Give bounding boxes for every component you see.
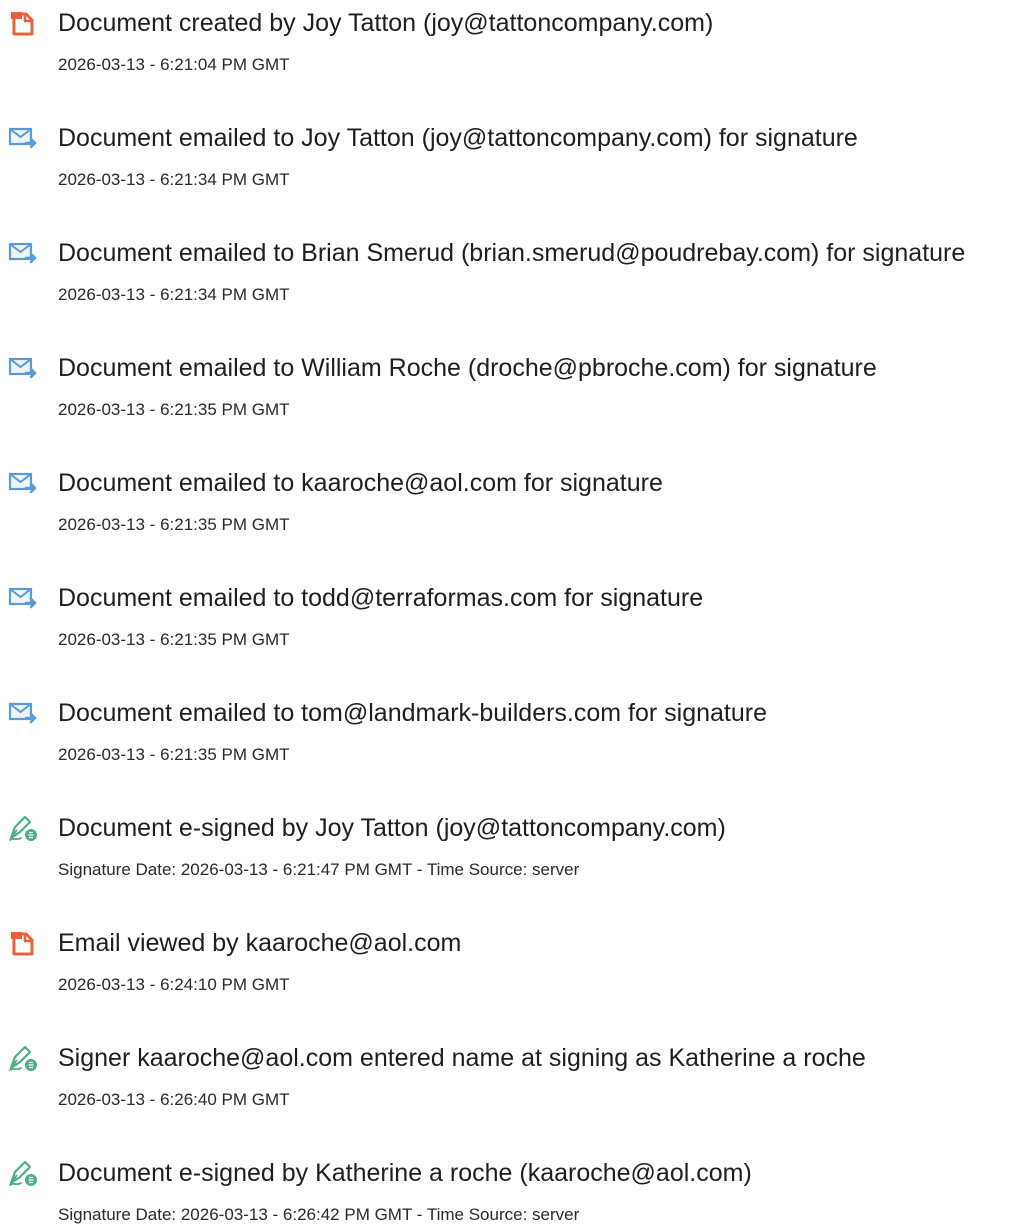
event-title: Signer kaaroche@aol.com entered name at … bbox=[58, 1044, 866, 1072]
email-icon bbox=[8, 698, 38, 728]
esign-icon bbox=[8, 1043, 38, 1073]
audit-event-email-viewed: Email viewed by kaaroche@aol.com 2026-03… bbox=[0, 928, 1028, 1018]
email-icon bbox=[8, 583, 38, 613]
document-icon bbox=[8, 928, 38, 958]
audit-event-list: Document created by Joy Tatton (joy@tatt… bbox=[0, 0, 1028, 1224]
audit-event-emailed: Document emailed to tom@landmark-builder… bbox=[0, 698, 1028, 788]
event-title: Document emailed to kaaroche@aol.com for… bbox=[58, 469, 663, 497]
event-title: Document emailed to William Roche (droch… bbox=[58, 354, 877, 382]
email-icon bbox=[8, 353, 38, 383]
event-title: Document emailed to Brian Smerud (brian.… bbox=[58, 239, 966, 267]
audit-event-emailed: Document emailed to Brian Smerud (brian.… bbox=[0, 238, 1028, 328]
event-timestamp: 2026-03-13 - 6:26:40 PM GMT bbox=[58, 1090, 290, 1109]
event-timestamp: Signature Date: 2026-03-13 - 6:26:42 PM … bbox=[58, 1205, 580, 1224]
audit-event-esigned: Document e-signed by Katherine a roche (… bbox=[0, 1158, 1028, 1224]
event-title: Document e-signed by Katherine a roche (… bbox=[58, 1159, 752, 1187]
event-timestamp: 2026-03-13 - 6:24:10 PM GMT bbox=[58, 975, 290, 994]
event-timestamp: 2026-03-13 - 6:21:35 PM GMT bbox=[58, 515, 290, 534]
event-title: Document e-signed by Joy Tatton (joy@tat… bbox=[58, 814, 726, 842]
document-icon bbox=[8, 8, 38, 38]
event-title: Document created by Joy Tatton (joy@tatt… bbox=[58, 9, 714, 37]
event-timestamp: 2026-03-13 - 6:21:34 PM GMT bbox=[58, 285, 290, 304]
event-timestamp: 2026-03-13 - 6:21:35 PM GMT bbox=[58, 630, 290, 649]
audit-event-document-created: Document created by Joy Tatton (joy@tatt… bbox=[0, 8, 1028, 98]
esign-icon bbox=[8, 813, 38, 843]
email-icon bbox=[8, 123, 38, 153]
event-timestamp: 2026-03-13 - 6:21:34 PM GMT bbox=[58, 170, 290, 189]
event-title: Document emailed to Joy Tatton (joy@tatt… bbox=[58, 124, 858, 152]
email-icon bbox=[8, 238, 38, 268]
event-timestamp: 2026-03-13 - 6:21:35 PM GMT bbox=[58, 400, 290, 419]
audit-event-emailed: Document emailed to Joy Tatton (joy@tatt… bbox=[0, 123, 1028, 213]
audit-event-esigned: Document e-signed by Joy Tatton (joy@tat… bbox=[0, 813, 1028, 903]
event-title: Document emailed to todd@terraformas.com… bbox=[58, 584, 704, 612]
event-timestamp: 2026-03-13 - 6:21:04 PM GMT bbox=[58, 55, 290, 74]
audit-event-emailed: Document emailed to todd@terraformas.com… bbox=[0, 583, 1028, 673]
audit-event-emailed: Document emailed to William Roche (droch… bbox=[0, 353, 1028, 443]
event-timestamp: Signature Date: 2026-03-13 - 6:21:47 PM … bbox=[58, 860, 580, 879]
email-icon bbox=[8, 468, 38, 498]
event-title: Document emailed to tom@landmark-builder… bbox=[58, 699, 768, 727]
event-title: Email viewed by kaaroche@aol.com bbox=[58, 929, 462, 957]
event-timestamp: 2026-03-13 - 6:21:35 PM GMT bbox=[58, 745, 290, 764]
audit-event-name-entered: Signer kaaroche@aol.com entered name at … bbox=[0, 1043, 1028, 1133]
audit-event-emailed: Document emailed to kaaroche@aol.com for… bbox=[0, 468, 1028, 558]
esign-icon bbox=[8, 1158, 38, 1188]
